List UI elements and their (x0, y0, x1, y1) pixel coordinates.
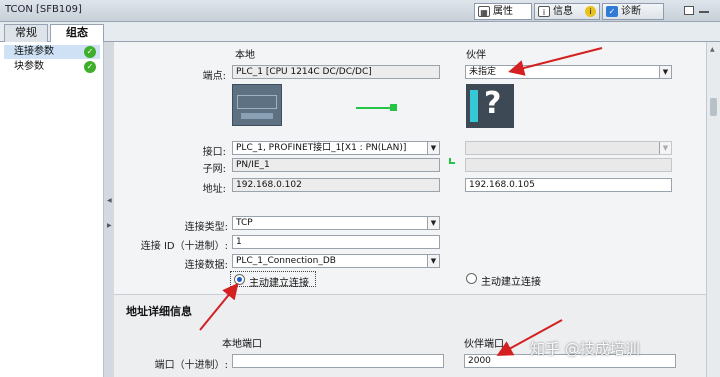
chevron-down-icon[interactable]: ▼ (659, 66, 671, 78)
address-local-field: 192.168.0.102 (232, 178, 440, 192)
address-details-title: 地址详细信息 (126, 305, 192, 318)
interface-label: 接口: (202, 147, 226, 158)
endpoint-partner-select[interactable]: 未指定 ▼ (465, 65, 672, 79)
check-ok-icon: ✓ (84, 61, 96, 73)
connection-node (390, 104, 397, 111)
endpoint-partner-value: 未指定 (469, 67, 497, 77)
vertical-scrollbar[interactable]: ▲ (706, 42, 720, 377)
splitter[interactable]: ◀ ▶ (104, 42, 114, 377)
local-active-conn-option[interactable]: 主动建立连接 (230, 271, 316, 289)
partner-active-conn-radio[interactable] (466, 273, 477, 284)
info-badge-icon: i (585, 6, 596, 17)
tab-general-label: 常规 (15, 26, 37, 39)
chevron-down-icon: ▼ (659, 142, 671, 154)
tab-info-label: 信息 (553, 6, 573, 17)
collapse-left-icon[interactable]: ◀ (107, 197, 112, 204)
tab-info[interactable]: i 信息 i (534, 3, 600, 20)
port-label: 端口（十进制）: (154, 360, 228, 371)
partner-active-conn-label: 主动建立连接 (481, 277, 541, 288)
local-port-header: 本地端口 (222, 339, 262, 350)
conn-type-value: TCP (236, 218, 253, 228)
partner-column-header: 伙伴 (466, 50, 486, 61)
unknown-device-image: ? (466, 84, 514, 128)
partner-active-conn-option[interactable]: 主动建立连接 (463, 271, 553, 288)
nav-item-block-params[interactable]: 块参数 ✓ (4, 60, 100, 74)
tab-configuration[interactable]: 组态 (50, 24, 104, 42)
nav-item-label: 块参数 (14, 61, 44, 72)
tab-diagnostics-label: 诊断 (621, 6, 641, 17)
subnet-link-icon (449, 158, 455, 164)
tab-diagnostics[interactable]: ✓ 诊断 (602, 3, 664, 20)
subnet-partner-field (465, 158, 672, 172)
question-mark-icon: ? (484, 86, 502, 121)
left-nav: 连接参数 ✓ 块参数 ✓ (0, 42, 104, 377)
endpoint-local-field: PLC_1 [CPU 1214C DC/DC/DC] (232, 65, 440, 79)
subnet-local-field: PN/IE_1 (232, 158, 440, 172)
conn-data-select[interactable]: PLC_1_Connection_DB ▼ (232, 254, 440, 268)
watermark: 知乎 @技成培训 (530, 340, 640, 358)
address-partner-input[interactable]: 192.168.0.105 (465, 178, 672, 192)
scroll-up-icon[interactable]: ▲ (710, 46, 715, 53)
title-bar: TCON [SFB109] ▦ 属性 i 信息 i ✓ 诊断 (0, 0, 720, 22)
restore-window-icon[interactable] (684, 6, 694, 15)
local-column-header: 本地 (235, 50, 255, 61)
tab-configuration-label: 组态 (66, 26, 88, 39)
local-active-conn-radio[interactable] (234, 274, 245, 285)
connection-line (356, 107, 392, 109)
local-port-input[interactable] (232, 354, 444, 368)
chevron-down-icon[interactable]: ▼ (427, 142, 439, 154)
tab-properties[interactable]: ▦ 属性 (474, 3, 532, 20)
conn-type-label: 连接类型: (184, 222, 228, 233)
address-label: 地址: (202, 184, 226, 195)
interface-partner-select: ▼ (465, 141, 672, 155)
partner-port-header: 伙伴端口 (464, 339, 504, 350)
conn-data-value: PLC_1_Connection_DB (236, 256, 336, 266)
tab-general[interactable]: 常规 (4, 24, 48, 42)
tab-properties-label: 属性 (493, 6, 513, 17)
plc-device-image (232, 84, 282, 126)
scroll-thumb[interactable] (710, 98, 717, 116)
diagnostics-icon: ✓ (606, 6, 618, 17)
chevron-down-icon[interactable]: ▼ (427, 255, 439, 267)
connection-config-panel: 本地 伙伴 端点: PLC_1 [CPU 1214C DC/DC/DC] 未指定… (114, 42, 706, 377)
conn-id-input[interactable]: 1 (232, 235, 440, 249)
chevron-down-icon[interactable]: ▼ (427, 217, 439, 229)
conn-id-label: 连接 ID（十进制）: (140, 241, 228, 252)
expand-right-icon[interactable]: ▶ (107, 222, 112, 229)
interface-local-select[interactable]: PLC_1, PROFINET接口_1[X1 : PN(LAN)] ▼ (232, 141, 440, 155)
properties-icon: ▦ (478, 6, 490, 17)
interface-local-value: PLC_1, PROFINET接口_1[X1 : PN(LAN)] (236, 143, 407, 153)
nav-item-label: 连接参数 (14, 46, 54, 57)
info-icon: i (538, 6, 550, 17)
endpoint-label: 端点: (202, 71, 226, 82)
local-active-conn-label: 主动建立连接 (249, 278, 309, 289)
nav-item-connection-params[interactable]: 连接参数 ✓ (4, 45, 100, 59)
conn-type-select[interactable]: TCP ▼ (232, 216, 440, 230)
check-ok-icon: ✓ (84, 46, 96, 58)
address-details-section: 地址详细信息 本地端口 伙伴端口 端口（十进制）: 2000 (114, 294, 706, 377)
sub-tab-bar: 常规 组态 (0, 22, 720, 42)
window-title: TCON [SFB109] (5, 4, 82, 15)
conn-data-label: 连接数据: (184, 260, 228, 271)
subnet-label: 子网: (202, 164, 226, 175)
minimize-window-icon[interactable] (699, 11, 709, 15)
